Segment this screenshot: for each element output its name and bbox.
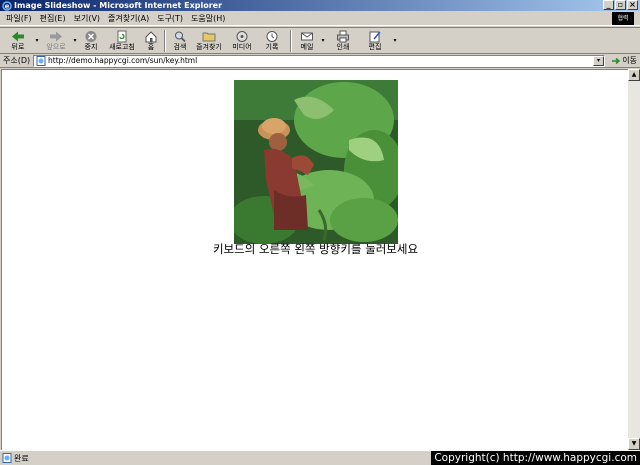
refresh-icon	[117, 30, 127, 43]
close-button[interactable]: ×	[627, 0, 638, 10]
search-button[interactable]: 검색	[169, 28, 191, 54]
address-input[interactable]: http://demo.happycgi.com/sun/key.html ▾	[33, 55, 605, 67]
edit-button[interactable]: 편집	[359, 28, 391, 54]
history-button[interactable]: 기록	[257, 28, 287, 54]
ie-logo-icon: e	[2, 0, 12, 11]
go-label: 이동	[622, 56, 637, 65]
menu-view[interactable]: 보기(V)	[70, 11, 104, 26]
print-label: 인쇄	[336, 43, 350, 51]
back-button[interactable]: 뒤로	[3, 28, 33, 54]
menu-help[interactable]: 도움말(H)	[187, 11, 229, 26]
media-icon	[236, 31, 248, 42]
back-label: 뒤로	[11, 43, 25, 51]
status-text: 완료	[14, 453, 29, 463]
mail-label: 메일	[300, 43, 314, 51]
back-arrow-icon	[12, 31, 24, 42]
toolbar-separator	[164, 30, 166, 52]
scroll-down-button[interactable]: ▼	[628, 438, 640, 450]
address-bar: 주소(D) http://demo.happycgi.com/sun/key.h…	[0, 54, 640, 68]
forward-arrow-icon	[50, 31, 62, 42]
slideshow-image	[234, 80, 398, 244]
toolbar: 뒤로 ▾ 앞으로 ▾ 중지 새로고침 홈 검색 즐겨찾기 미디어 기록 메일 ▾	[0, 27, 640, 54]
edit-label: 편집	[368, 43, 382, 51]
toolbar-separator	[290, 30, 292, 52]
media-button[interactable]: 미디어	[227, 28, 257, 54]
printer-icon	[337, 30, 349, 43]
brand-logo: 협력	[612, 12, 634, 25]
forward-button[interactable]: 앞으로	[41, 28, 71, 54]
address-dropdown[interactable]: ▾	[593, 56, 604, 66]
svg-text:e: e	[5, 2, 10, 10]
forward-dropdown[interactable]: ▾	[71, 28, 79, 44]
vertical-scrollbar[interactable]: ▲ ▼	[628, 69, 640, 450]
address-label: 주소(D)	[3, 56, 31, 65]
forward-label: 앞으로	[46, 43, 66, 51]
refresh-button[interactable]: 새로고침	[103, 28, 141, 54]
maximize-button[interactable]: ▫	[615, 0, 626, 10]
menu-file[interactable]: 파일(F)	[0, 11, 36, 26]
menu-bar: 파일(F) 편집(E) 보기(V) 즐겨찾기(A) 도구(T) 도움말(H) 협…	[0, 11, 640, 26]
menu-tools[interactable]: 도구(T)	[153, 11, 187, 26]
media-label: 미디어	[232, 43, 252, 51]
edit-icon	[369, 31, 381, 43]
edit-dropdown[interactable]: ▾	[391, 28, 399, 44]
page-done-icon	[2, 453, 12, 463]
home-icon	[145, 31, 157, 43]
home-button[interactable]: 홈	[141, 28, 161, 54]
favorites-label: 즐겨찾기	[196, 43, 222, 51]
history-label: 기록	[265, 43, 279, 51]
favorites-button[interactable]: 즐겨찾기	[191, 28, 227, 54]
menu-favorites[interactable]: 즐겨찾기(A)	[104, 11, 153, 26]
page-content: 키보드의 오른쪽 왼쪽 방향키를 눌러보세요	[1, 69, 628, 450]
scroll-up-button[interactable]: ▲	[628, 69, 640, 81]
stop-button[interactable]: 중지	[79, 28, 103, 54]
print-button[interactable]: 인쇄	[327, 28, 359, 54]
title-bar: e Image Slideshow - Microsoft Internet E…	[0, 0, 640, 11]
home-label: 홈	[147, 43, 155, 51]
back-dropdown[interactable]: ▾	[33, 28, 41, 44]
search-icon	[175, 31, 186, 43]
minimize-button[interactable]: _	[603, 0, 614, 10]
go-arrow-icon	[612, 57, 621, 64]
slideshow-caption: 키보드의 오른쪽 왼쪽 방향키를 눌러보세요	[212, 242, 419, 256]
search-label: 검색	[173, 43, 187, 51]
refresh-label: 새로고침	[109, 43, 135, 51]
menu-edit[interactable]: 편집(E)	[36, 11, 70, 26]
stop-icon	[85, 31, 97, 42]
page-icon	[36, 56, 46, 66]
mail-button[interactable]: 메일	[295, 28, 319, 54]
mail-icon	[301, 32, 313, 41]
window-title: Image Slideshow - Microsoft Internet Exp…	[14, 1, 223, 10]
window-controls: _ ▫ ×	[603, 0, 638, 10]
favorites-folder-icon	[202, 32, 216, 42]
go-button[interactable]: 이동	[611, 55, 637, 66]
history-icon	[266, 31, 278, 42]
copyright-notice: Copyright(c) http://www.happycgi.com	[431, 451, 640, 465]
address-url: http://demo.happycgi.com/sun/key.html	[48, 56, 198, 65]
stop-label: 중지	[84, 43, 98, 51]
mail-dropdown[interactable]: ▾	[319, 28, 327, 44]
status-bar: 완료 Copyright(c) http://www.happycgi.com	[0, 450, 640, 465]
